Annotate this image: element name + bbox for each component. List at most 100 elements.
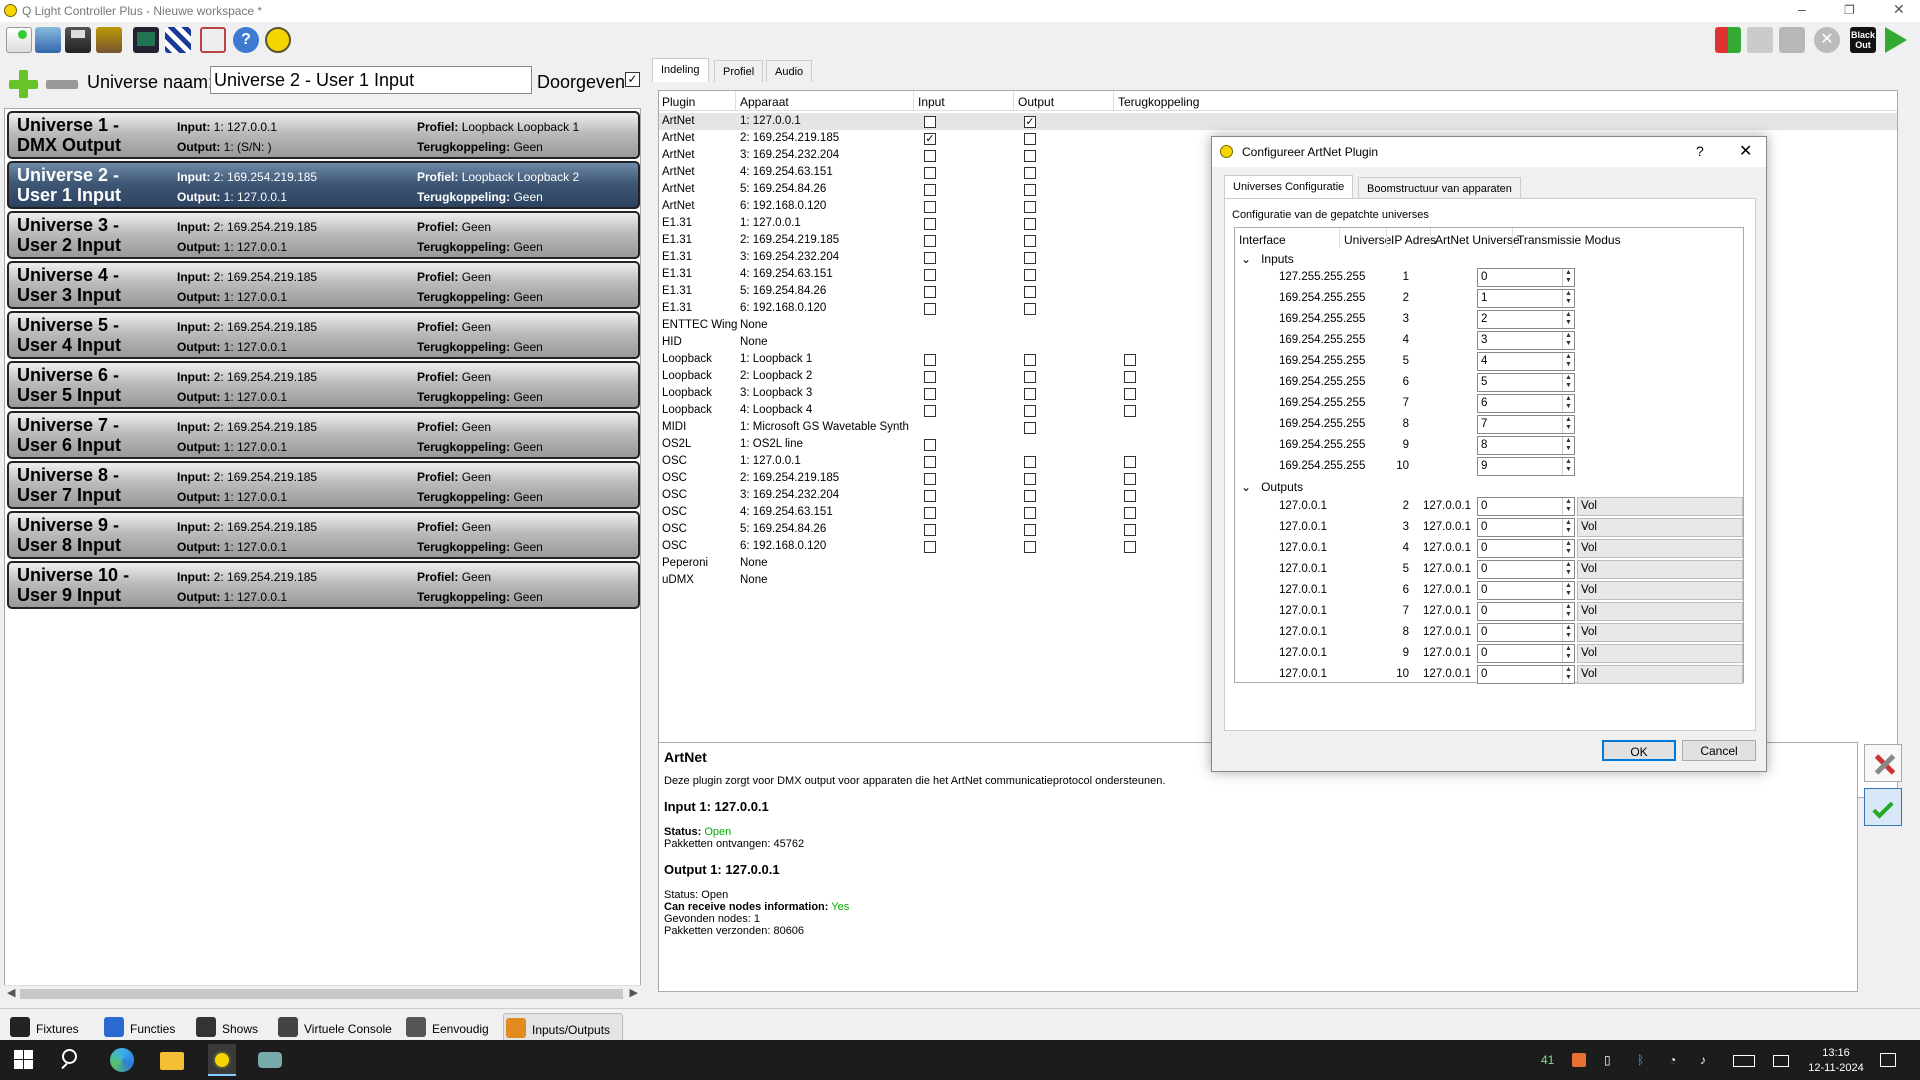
- stop-icon[interactable]: ✕: [1814, 27, 1840, 53]
- keyboard-icon[interactable]: [1733, 1055, 1755, 1067]
- universe-item[interactable]: Universe 8 - User 7 Input Input: 2: 169.25…: [7, 461, 640, 509]
- input-checkbox[interactable]: [924, 439, 936, 451]
- spin-arrows-icon[interactable]: ▲ ▼: [1562, 311, 1574, 328]
- feedback-checkbox[interactable]: [1124, 524, 1136, 536]
- add-universe-button[interactable]: [6, 68, 40, 100]
- artnet-universe-spinbox[interactable]: 0 ▲ ▼: [1477, 623, 1575, 642]
- file-explorer-icon[interactable]: [160, 1052, 184, 1070]
- output-checkbox[interactable]: [1024, 252, 1036, 264]
- artnet-universe-spinbox[interactable]: 7 ▲ ▼: [1477, 415, 1575, 434]
- spin-arrows-icon[interactable]: ▲ ▼: [1562, 582, 1574, 599]
- input-row[interactable]: 127.255.255.255 1 0 ▲ ▼: [1235, 267, 1743, 288]
- open-workspace-icon[interactable]: [35, 27, 61, 53]
- row-ip-address[interactable]: 127.0.0.1: [1423, 500, 1471, 512]
- tab-indeling[interactable]: Indeling: [652, 58, 709, 82]
- output-row[interactable]: 127.0.0.1 8 127.0.0.1 0 ▲ ▼ Vol ⌄: [1235, 622, 1743, 643]
- universe-item[interactable]: Universe 9 - User 8 Input Input: 2: 169.25…: [7, 511, 640, 559]
- stop-functions-icon[interactable]: [1747, 27, 1773, 53]
- blackout-icon[interactable]: Black Out: [1850, 27, 1876, 53]
- transmission-mode-select[interactable]: Vol ⌄: [1577, 518, 1743, 537]
- spin-arrows-icon[interactable]: ▲ ▼: [1562, 269, 1574, 286]
- feedback-checkbox[interactable]: [1124, 541, 1136, 553]
- scrollbar-thumb[interactable]: [20, 989, 623, 999]
- tab-universes-config[interactable]: Universes Configuratie: [1224, 175, 1354, 199]
- new-workspace-icon[interactable]: [6, 27, 32, 53]
- feedback-checkbox[interactable]: [1124, 473, 1136, 485]
- configure-plugin-button[interactable]: [1864, 744, 1902, 782]
- spin-arrows-icon[interactable]: ▲ ▼: [1562, 666, 1574, 683]
- input-row[interactable]: 169.254.255.255 2 1 ▲ ▼: [1235, 288, 1743, 309]
- artnet-universe-spinbox[interactable]: 3 ▲ ▼: [1477, 331, 1575, 350]
- universe-item[interactable]: Universe 4 - User 3 Input Input: 2: 169.25…: [7, 261, 640, 309]
- address-tool-icon[interactable]: [165, 27, 191, 53]
- bluetooth-icon[interactable]: ᛒ: [1637, 1053, 1644, 1067]
- save-as-icon[interactable]: [96, 27, 122, 53]
- universe-item[interactable]: Universe 2 - User 1 Input Input: 2: 169.25…: [7, 161, 640, 209]
- app-taskbar-icon[interactable]: [258, 1052, 282, 1068]
- feedback-checkbox[interactable]: [1124, 354, 1136, 366]
- universe-item[interactable]: Universe 5 - User 4 Input Input: 2: 169.25…: [7, 311, 640, 359]
- volume-icon[interactable]: ♪: [1700, 1053, 1706, 1067]
- monitor-icon[interactable]: [133, 27, 159, 53]
- bottom-tab-eenvoudig[interactable]: Eenvoudig: [404, 1013, 498, 1043]
- artnet-universe-spinbox[interactable]: 2 ▲ ▼: [1477, 310, 1575, 329]
- column-separator[interactable]: [735, 91, 736, 111]
- io-header-plugin[interactable]: Plugin: [662, 95, 695, 109]
- output-checkbox[interactable]: [1024, 490, 1036, 502]
- output-row[interactable]: 127.0.0.1 2 127.0.0.1 0 ▲ ▼ Vol ⌄: [1235, 496, 1743, 517]
- artnet-universe-spinbox[interactable]: 6 ▲ ▼: [1477, 394, 1575, 413]
- output-row[interactable]: 127.0.0.1 4 127.0.0.1 0 ▲ ▼ Vol ⌄: [1235, 538, 1743, 559]
- column-separator[interactable]: [1113, 91, 1114, 111]
- output-checkbox[interactable]: [1024, 303, 1036, 315]
- artnet-universe-spinbox[interactable]: 0 ▲ ▼: [1477, 539, 1575, 558]
- output-row[interactable]: 127.0.0.1 7 127.0.0.1 0 ▲ ▼ Vol ⌄: [1235, 601, 1743, 622]
- row-ip-address[interactable]: 127.0.0.1: [1423, 521, 1471, 533]
- display-icon[interactable]: [1773, 1055, 1789, 1067]
- output-checkbox[interactable]: [1024, 269, 1036, 281]
- input-checkbox[interactable]: [924, 456, 936, 468]
- spin-arrows-icon[interactable]: ▲ ▼: [1562, 519, 1574, 536]
- help-icon[interactable]: ?: [233, 27, 259, 53]
- spin-arrows-icon[interactable]: ▲ ▼: [1562, 416, 1574, 433]
- notification-icon[interactable]: [1880, 1053, 1896, 1067]
- artnet-universe-spinbox[interactable]: 5 ▲ ▼: [1477, 373, 1575, 392]
- save-workspace-icon[interactable]: [65, 27, 91, 53]
- passthrough-checkbox[interactable]: ✓: [625, 72, 640, 87]
- mode-icon[interactable]: [1885, 27, 1907, 53]
- tab-device-tree[interactable]: Boomstructuur van apparaten: [1358, 177, 1521, 199]
- input-row[interactable]: 169.254.255.255 8 7 ▲ ▼: [1235, 414, 1743, 435]
- io-header-apparaat[interactable]: Apparaat: [740, 95, 789, 109]
- artnet-universe-spinbox[interactable]: 0 ▲ ▼: [1477, 581, 1575, 600]
- spin-arrows-icon[interactable]: ▲ ▼: [1562, 374, 1574, 391]
- input-checkbox[interactable]: [924, 235, 936, 247]
- output-row[interactable]: 127.0.0.1 10 127.0.0.1 0 ▲ ▼ Vol ⌄: [1235, 664, 1743, 685]
- feedback-checkbox[interactable]: [1124, 388, 1136, 400]
- output-checkbox[interactable]: [1024, 235, 1036, 247]
- cancel-button[interactable]: Cancel: [1682, 740, 1756, 761]
- output-checkbox[interactable]: [1024, 354, 1036, 366]
- input-checkbox[interactable]: [924, 371, 936, 383]
- artnet-universe-spinbox[interactable]: 0 ▲ ▼: [1477, 268, 1575, 287]
- feedback-checkbox[interactable]: [1124, 405, 1136, 417]
- output-checkbox[interactable]: [1024, 201, 1036, 213]
- input-checkbox[interactable]: [924, 405, 936, 417]
- feedback-checkbox[interactable]: [1124, 507, 1136, 519]
- transmission-mode-select[interactable]: Vol ⌄: [1577, 623, 1743, 642]
- universe-item[interactable]: Universe 10 - User 9 Input Input: 2: 169.2…: [7, 561, 640, 609]
- output-checkbox[interactable]: [1024, 133, 1036, 145]
- qlc-taskbar-icon[interactable]: [208, 1044, 236, 1076]
- input-checkbox[interactable]: [924, 541, 936, 553]
- input-checkbox[interactable]: [924, 184, 936, 196]
- spin-arrows-icon[interactable]: ▲ ▼: [1562, 458, 1574, 475]
- row-ip-address[interactable]: 127.0.0.1: [1423, 668, 1471, 680]
- output-checkbox[interactable]: [1024, 218, 1036, 230]
- input-checkbox[interactable]: [924, 524, 936, 536]
- feedback-checkbox[interactable]: [1124, 490, 1136, 502]
- transmission-mode-select[interactable]: Vol ⌄: [1577, 602, 1743, 621]
- output-checkbox[interactable]: [1024, 167, 1036, 179]
- transmission-mode-select[interactable]: Vol ⌄: [1577, 581, 1743, 600]
- input-row[interactable]: 169.254.255.255 10 9 ▲ ▼: [1235, 456, 1743, 477]
- profile-check-button[interactable]: [1864, 788, 1902, 826]
- spin-arrows-icon[interactable]: ▲ ▼: [1562, 353, 1574, 370]
- universe-item[interactable]: Universe 6 - User 5 Input Input: 2: 169.25…: [7, 361, 640, 409]
